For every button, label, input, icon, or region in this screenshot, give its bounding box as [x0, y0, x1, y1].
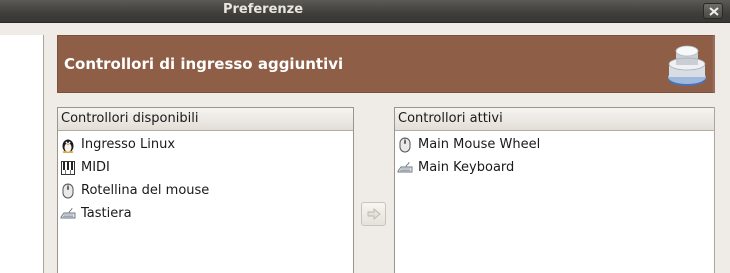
joystick-icon [668, 45, 706, 86]
list-item[interactable]: Main Keyboard [397, 156, 714, 179]
window-title: Preferenze [222, 2, 304, 17]
close-button[interactable] [703, 3, 723, 19]
active-controllers-header[interactable]: Controllori attivi [395, 108, 714, 131]
list-item-label: MIDI [81, 160, 110, 175]
list-item[interactable]: MIDI [60, 156, 353, 179]
add-controller-button[interactable] [361, 202, 386, 226]
close-icon [709, 7, 719, 16]
list-item[interactable]: Rotellina del mouse [60, 179, 353, 202]
list-item[interactable]: Main Mouse Wheel [397, 133, 714, 156]
section-banner: Controllori di ingresso aggiuntivi [57, 35, 715, 93]
list-item-label: Main Keyboard [418, 160, 515, 175]
list-item-label: Ingresso Linux [81, 137, 176, 152]
mouse-icon [399, 137, 411, 152]
arrow-right-icon [367, 208, 381, 220]
keyboard-icon [397, 161, 413, 172]
banner-title: Controllori di ingresso aggiuntivi [64, 55, 344, 73]
list-item-label: Tastiera [81, 206, 132, 221]
keyboard-icon [60, 207, 76, 218]
available-controllers-panel: Controllori disponibili Ingresso Linux M… [57, 107, 354, 273]
mouse-icon [62, 183, 74, 198]
category-list-pane[interactable] [0, 35, 44, 273]
available-controllers-header[interactable]: Controllori disponibili [58, 108, 353, 131]
list-item-label: Main Mouse Wheel [418, 137, 541, 152]
available-controllers-list: Ingresso Linux MIDI Rotellina del mouse [58, 131, 353, 225]
penguin-icon [62, 139, 74, 153]
list-item[interactable]: Ingresso Linux [60, 133, 353, 156]
midi-piano-icon [61, 160, 75, 175]
active-controllers-list: Main Mouse Wheel Main Keyboard [395, 131, 714, 179]
title-bar: Preferenze [0, 0, 730, 23]
window-edge-fade [712, 23, 730, 273]
list-item-label: Rotellina del mouse [81, 183, 210, 198]
list-item[interactable]: Tastiera [60, 202, 353, 225]
active-controllers-panel: Controllori attivi Main Mouse Wheel Main… [394, 107, 715, 273]
